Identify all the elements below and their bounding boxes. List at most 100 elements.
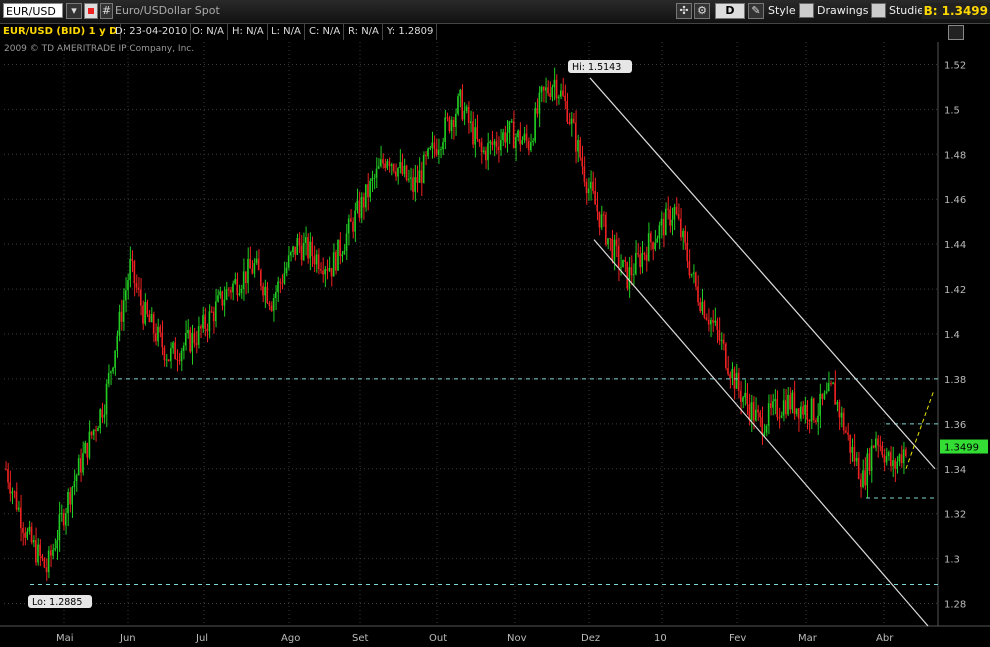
candle-body <box>302 242 305 260</box>
drawings-menu-button[interactable]: Drawings <box>799 3 868 19</box>
candle-body <box>444 117 446 143</box>
wrench-tool-icon[interactable]: ⚙ <box>694 3 710 19</box>
candle-body <box>380 159 382 167</box>
candle-body <box>654 242 656 250</box>
date-readout: D: 23-04-2010 <box>112 24 192 40</box>
candle-body <box>707 319 710 325</box>
y-tick-label: 1.28 <box>944 600 966 611</box>
candle-body <box>800 406 802 419</box>
candle-body <box>401 161 403 174</box>
candle-body <box>566 101 568 123</box>
candle-body <box>482 150 485 153</box>
candle-body <box>536 108 538 114</box>
candle-body <box>896 461 898 469</box>
candle-body <box>433 142 436 149</box>
candle-body <box>662 218 665 236</box>
candle-body <box>825 391 828 393</box>
studies-icon <box>871 3 886 18</box>
y-tick-label: 1.4 <box>944 330 960 341</box>
hash-icon[interactable]: # <box>100 3 113 19</box>
candle-body <box>765 425 768 433</box>
candle-body <box>615 239 618 246</box>
candle-body <box>155 333 157 342</box>
candle-body <box>787 394 789 415</box>
candle-body <box>399 161 401 169</box>
chart-settings-icon[interactable] <box>948 25 964 40</box>
symbol-input[interactable]: EUR/USD <box>3 3 63 18</box>
candle-body <box>39 544 41 556</box>
symbol-lookup-button[interactable]: ▾ <box>66 3 82 19</box>
candle-body <box>71 487 73 505</box>
style-menu-button[interactable]: Style <box>750 3 796 19</box>
low-readout: L: N/A <box>268 24 305 40</box>
candle-body <box>596 204 598 212</box>
candle-body <box>527 140 530 151</box>
candle-body <box>412 177 414 192</box>
candle-body <box>212 311 215 322</box>
candle-body <box>860 479 862 488</box>
candle-body <box>292 246 294 253</box>
candle-body <box>371 178 373 181</box>
candle-body <box>695 272 697 287</box>
candle-body <box>103 414 106 418</box>
price-chart[interactable]: 1.52 1.5 1.48 1.46 1.44 1.42 1.4 1.38 1.36 1.34 1.… <box>0 42 990 647</box>
candle-body <box>317 254 320 270</box>
candle-body <box>452 119 455 127</box>
candle-body <box>238 293 241 296</box>
candle-body <box>382 159 384 164</box>
candle-body <box>780 415 783 418</box>
candle-body <box>487 143 489 161</box>
candle-body <box>362 196 365 208</box>
candle-body <box>43 558 46 568</box>
period-button[interactable]: D <box>715 3 745 19</box>
candle-body <box>887 452 890 457</box>
candle-body <box>594 190 596 205</box>
candle-body <box>165 359 168 361</box>
candle-body <box>853 446 856 462</box>
candle-body <box>547 87 549 94</box>
candle-body <box>266 286 268 303</box>
y-tick-label: 1.34 <box>944 465 966 476</box>
candle-body <box>167 359 170 362</box>
candle-body <box>785 400 787 415</box>
candle-body <box>562 90 564 96</box>
candle-body <box>41 555 43 559</box>
y-tick-label: 1.5 <box>944 105 960 116</box>
candle-body <box>69 491 71 505</box>
candle-body <box>472 121 474 145</box>
candle-body <box>817 415 819 423</box>
candle-body <box>73 481 76 488</box>
candle-body <box>892 460 894 467</box>
candle-body <box>626 261 628 289</box>
candle-body <box>157 326 159 342</box>
candle-body <box>313 256 316 265</box>
candle-body <box>474 127 476 145</box>
candle-body <box>703 301 706 318</box>
candle-body <box>324 269 326 275</box>
candle-body <box>345 233 348 251</box>
candle-body <box>50 550 52 556</box>
candle-body <box>375 168 378 178</box>
candle-body <box>223 299 226 306</box>
range-readout: R: N/A <box>345 24 383 40</box>
crosshair-tool-icon[interactable]: ✣ <box>676 3 692 19</box>
candle-body <box>502 132 504 141</box>
candle-body <box>652 242 654 250</box>
candle-body <box>75 475 78 482</box>
candle-body <box>407 178 410 181</box>
candle-body <box>647 233 650 261</box>
candle-body <box>272 297 275 311</box>
candle-body <box>52 549 54 556</box>
candle-body <box>159 326 161 333</box>
candle-body <box>270 305 273 311</box>
candle-body <box>637 253 639 255</box>
candle-body <box>793 392 796 414</box>
y-tick-label: 1.52 <box>944 60 966 71</box>
y-tick-label: 1.46 <box>944 195 966 206</box>
candle-body <box>470 121 472 124</box>
candle-body <box>667 208 669 210</box>
candle-body <box>746 392 748 405</box>
candle-body <box>506 132 508 143</box>
low-label: Lo: 1.2885 <box>28 595 92 608</box>
color-link-icon[interactable] <box>84 3 98 19</box>
